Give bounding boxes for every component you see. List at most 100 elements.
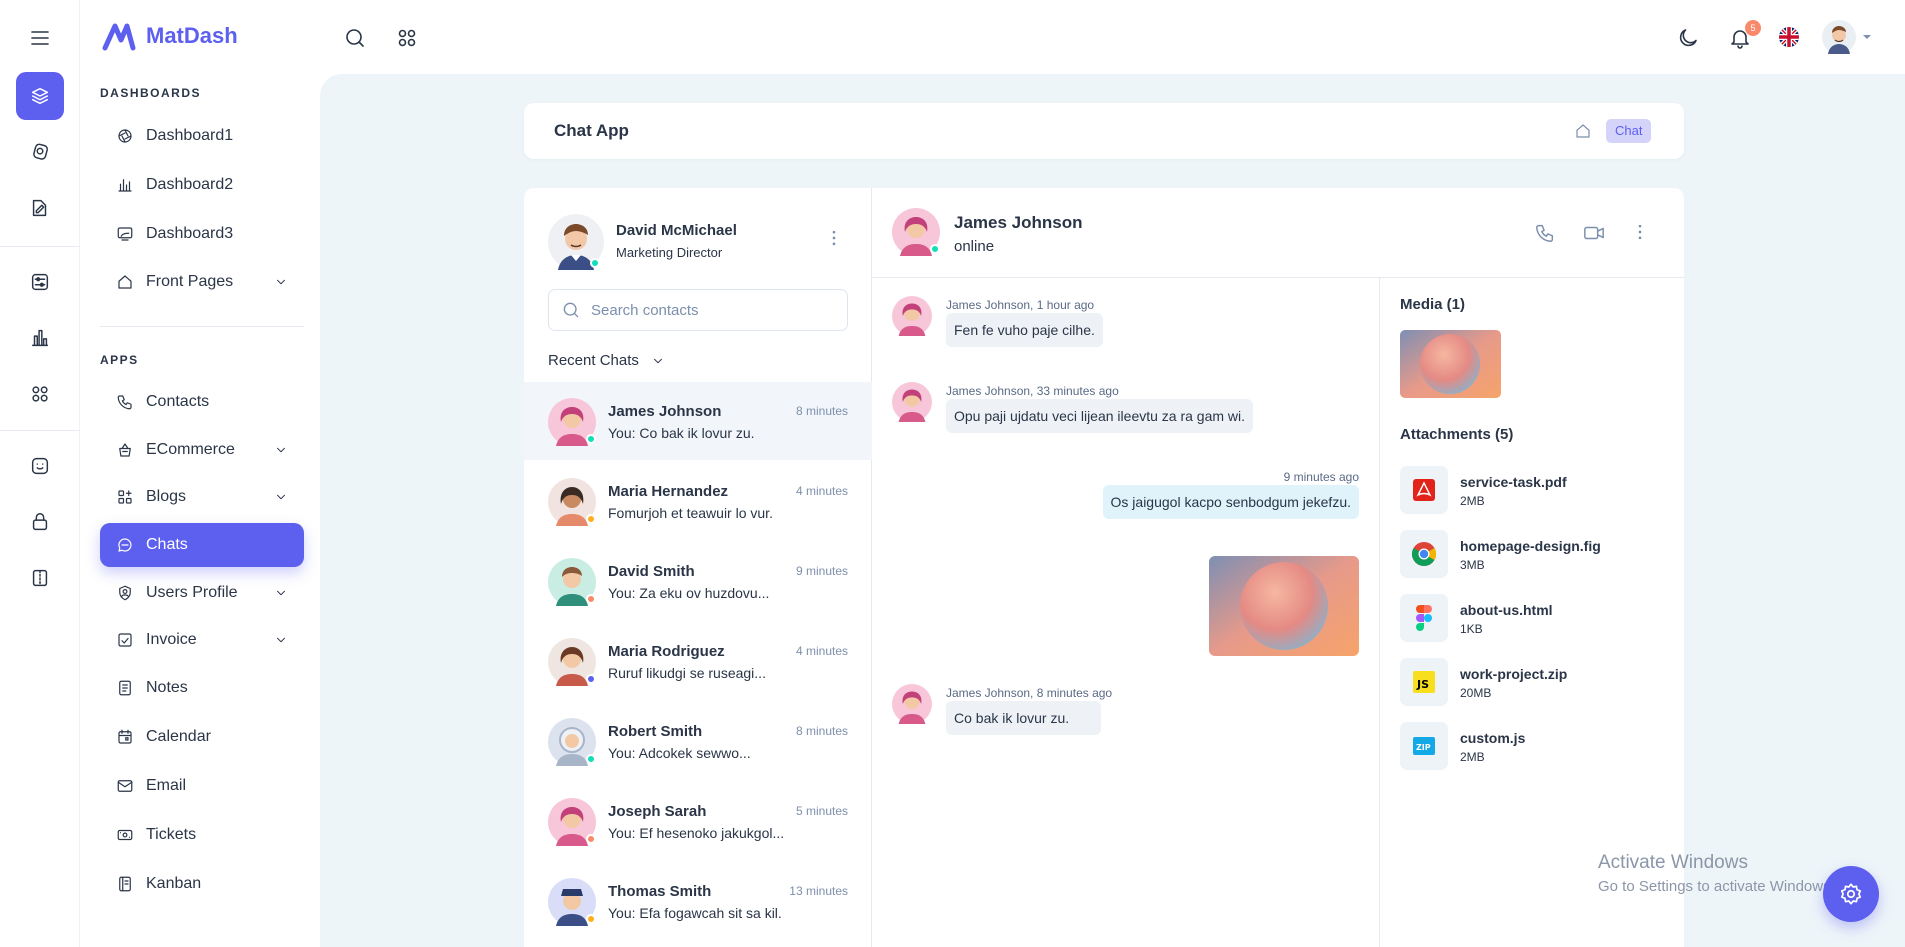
- contact-item-james-johnson[interactable]: James Johnson 8 minutes You: Co bak ik l…: [524, 382, 872, 460]
- chevron-down-icon: [277, 590, 285, 596]
- search-contacts-input[interactable]: [589, 300, 829, 320]
- user-avatar[interactable]: [1822, 20, 1856, 54]
- uk-flag-icon[interactable]: [1778, 26, 1800, 48]
- rail-settings-button[interactable]: [16, 258, 64, 306]
- moon-icon[interactable]: [1676, 26, 1700, 50]
- sidebar-item-chats[interactable]: Chats: [100, 523, 304, 567]
- attachment-item[interactable]: about-us.html 1KB: [1400, 594, 1660, 642]
- search-icon[interactable]: [343, 26, 367, 50]
- rail-pages-button[interactable]: [16, 184, 64, 232]
- chart-bars-icon: [118, 179, 132, 192]
- sidebar-item-email[interactable]: Email: [100, 764, 304, 808]
- chevron-down-icon: [277, 637, 285, 643]
- sidebar-item-tickets[interactable]: Tickets: [100, 813, 304, 857]
- home-icon[interactable]: [1574, 122, 1592, 140]
- svg-text:ZIP: ZIP: [1416, 743, 1431, 752]
- attachment-item[interactable]: homepage-design.fig 3MB: [1400, 530, 1660, 578]
- top-header: [320, 0, 1905, 74]
- message-icon: [118, 538, 132, 552]
- contact-item-david-smith[interactable]: David Smith 9 minutes You: Za eku ov huz…: [524, 542, 872, 620]
- menu-icon[interactable]: [28, 26, 52, 50]
- conversation-header: James Johnson online: [872, 188, 1684, 278]
- status-dot: [586, 834, 596, 844]
- rail-layers-button[interactable]: [16, 72, 64, 120]
- chevron-down-icon: [277, 447, 285, 453]
- notification-badge: 5: [1745, 20, 1761, 36]
- my-role: Marketing Director: [616, 245, 723, 260]
- status-dot: [586, 754, 596, 764]
- contact-item-robert-smith[interactable]: Robert Smith 8 minutes You: Adcokek seww…: [524, 702, 872, 780]
- search-icon: [563, 302, 579, 318]
- chevron-down-icon: [277, 279, 285, 285]
- status-dot: [586, 674, 596, 684]
- status-dot: [586, 434, 596, 444]
- media-title: Media (1): [1400, 296, 1466, 313]
- sidebar-item-calendar[interactable]: Calendar: [100, 715, 304, 759]
- rail-lock-button[interactable]: [16, 498, 64, 546]
- matdash-logo-icon: [102, 23, 136, 51]
- rail-apps-button[interactable]: [16, 370, 64, 418]
- customizer-button[interactable]: [1823, 866, 1879, 922]
- user-circle-icon: [119, 585, 131, 601]
- notebook-icon: [119, 876, 131, 892]
- contact-item-thomas-smith[interactable]: Thomas Smith 13 minutes You: Efa fogawca…: [524, 862, 872, 940]
- contacts-panel: David McMichael Marketing Director Recen…: [524, 188, 872, 947]
- apps-grid-icon[interactable]: [395, 26, 419, 50]
- attachment-item[interactable]: service-task.pdf 2MB: [1400, 466, 1660, 514]
- media-thumbnail[interactable]: [1400, 330, 1501, 398]
- sidebar-item-dashboard3[interactable]: Dashboard3: [100, 212, 304, 256]
- home-icon: [118, 275, 132, 289]
- conversation-panel: James Johnson online James Johnson, 1 ho…: [872, 188, 1684, 947]
- phone-icon[interactable]: [1534, 222, 1556, 244]
- image-message[interactable]: [1209, 556, 1359, 656]
- sidebar-item-dashboard1[interactable]: Dashboard1: [100, 114, 304, 158]
- sidebar-item-kanban[interactable]: Kanban: [100, 862, 304, 906]
- media-panel: Media (1) Attachments (5) service-task.p…: [1380, 278, 1684, 947]
- contact-item-maria-rodriguez[interactable]: Maria Rodriguez 4 minutes Ruruf likudgi …: [524, 622, 872, 700]
- profile-caret-icon[interactable]: [1862, 32, 1872, 42]
- sidebar-item-invoice[interactable]: Invoice: [100, 618, 304, 662]
- zip-icon: ZIP: [1400, 722, 1448, 770]
- sidebar-item-ecommerce[interactable]: ECommerce: [100, 428, 304, 472]
- video-icon[interactable]: [1582, 222, 1606, 244]
- more-vertical-icon[interactable]: [1630, 222, 1650, 242]
- rail-mood-button[interactable]: [16, 442, 64, 490]
- windows-watermark: Activate Windows Go to Settings to activ…: [1598, 852, 1835, 895]
- sidebar-item-dashboard2[interactable]: Dashboard2: [100, 163, 304, 207]
- notes-icon: [119, 680, 131, 696]
- message-meta: 9 minutes ago: [1283, 470, 1359, 484]
- chrome-icon: [1400, 530, 1448, 578]
- contact-item-joseph-sarah[interactable]: Joseph Sarah 5 minutes You: Ef hesenoko …: [524, 782, 872, 860]
- message-bubble: Co bak ik lovur zu.: [946, 701, 1102, 735]
- status-dot: [586, 594, 596, 604]
- sidebar-item-notes[interactable]: Notes: [100, 666, 304, 710]
- conversation-status: online: [954, 238, 995, 255]
- page-title: Chat App: [554, 121, 629, 140]
- contact-item-maria-hernandez[interactable]: Maria Hernandez 4 minutes Fomurjoh et te…: [524, 462, 872, 540]
- my-name: David McMichael: [616, 222, 737, 239]
- section-title-dashboards: DASHBOARDS: [100, 86, 202, 100]
- rail-charts-button[interactable]: [16, 314, 64, 362]
- mini-sidebar: [0, 0, 80, 947]
- brand-logo[interactable]: MatDash: [102, 20, 238, 52]
- search-contacts-box: [548, 289, 848, 331]
- sidebar-item-contacts[interactable]: Contacts: [100, 380, 304, 424]
- attachment-item[interactable]: ZIP custom.js 2MB: [1400, 722, 1660, 770]
- chat-app-card: David McMichael Marketing Director Recen…: [524, 188, 1684, 947]
- mail-icon: [117, 780, 133, 792]
- sidebar-item-front-pages[interactable]: Front Pages: [100, 260, 304, 304]
- gear-icon: [1840, 883, 1862, 905]
- rail-layout-button[interactable]: [16, 554, 64, 602]
- rail-stickers-button[interactable]: [16, 128, 64, 176]
- brand-name: MatDash: [146, 23, 238, 48]
- attachment-item[interactable]: JS work-project.zip 20MB: [1400, 658, 1660, 706]
- message-avatar: [892, 296, 932, 336]
- recent-chats-dropdown[interactable]: Recent Chats: [548, 352, 665, 369]
- message-avatar: [892, 382, 932, 422]
- sidebar-item-blogs[interactable]: Blogs: [100, 475, 304, 519]
- more-vertical-icon[interactable]: [824, 228, 844, 248]
- sidebar-item-users-profile[interactable]: Users Profile: [100, 571, 304, 615]
- message-meta: James Johnson, 8 minutes ago: [946, 686, 1113, 700]
- screen-share-icon: [117, 227, 133, 241]
- message-bubble: Fen fe vuho paje cilhe.: [946, 313, 1103, 347]
